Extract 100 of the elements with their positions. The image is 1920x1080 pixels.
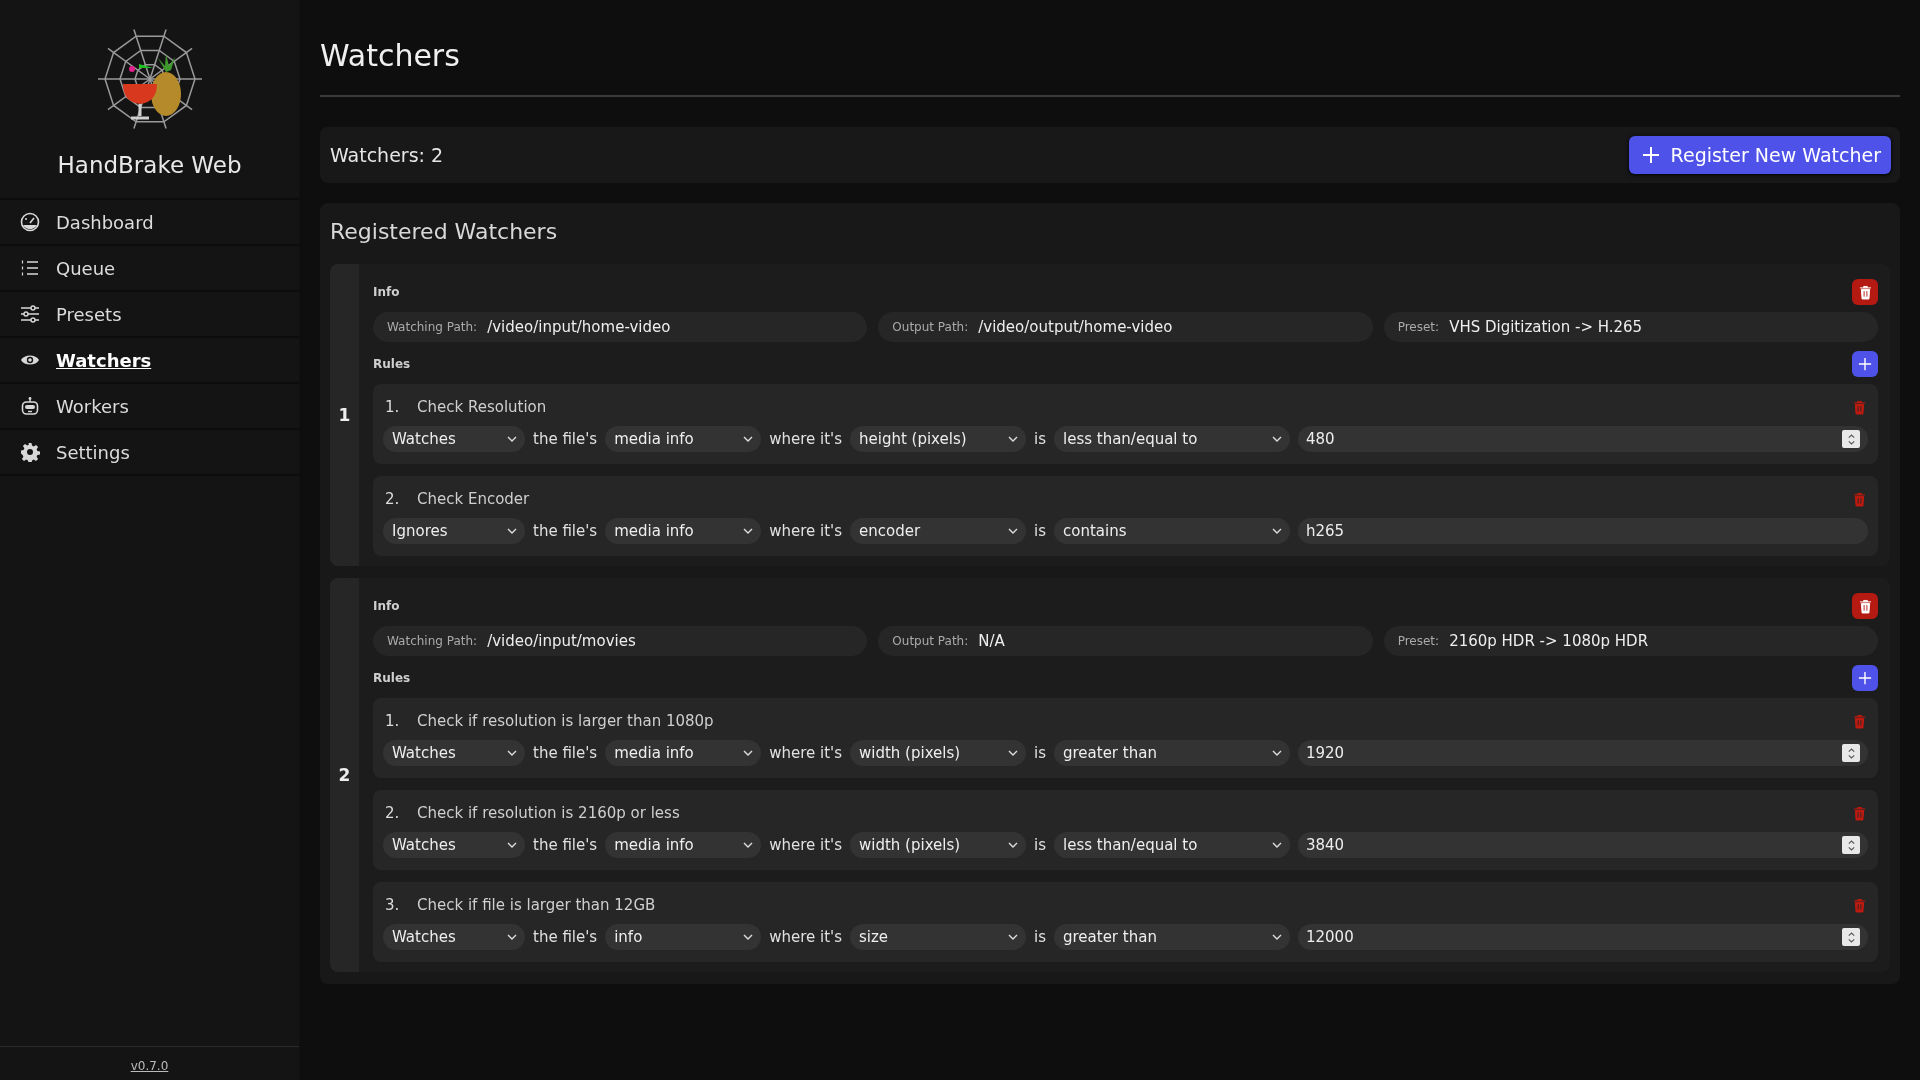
nav-item[interactable]: Settings [0,430,299,476]
rule-text: where it's [769,836,842,854]
dropdown[interactable]: Watches [383,740,525,766]
value-field[interactable]: 1920 [1298,740,1868,766]
rule-text: is [1034,430,1046,448]
dropdown[interactable]: Watches [383,924,525,950]
dropdown[interactable]: Ignores [383,518,525,544]
version-link[interactable]: v0.7.0 [130,1059,169,1073]
dropdown[interactable]: media info [605,426,762,452]
section-label: Rules [373,357,411,371]
dropdown[interactable]: greater than [1054,740,1290,766]
dropdown[interactable]: width (pixels) [850,832,1026,858]
rule-title: Check if file is larger than 12GB [417,896,657,914]
info-field: Preset: VHS Digitization -> H.265 [1383,312,1878,342]
app-name: HandBrake Web [56,152,243,178]
dropdown[interactable]: media info [605,518,762,544]
dropdown[interactable]: Watches [383,426,525,452]
rule-text: the file's [533,836,598,854]
stepper-button[interactable] [1842,836,1860,854]
nav-item[interactable]: Dashboard [0,200,299,246]
watcher-index: 2 [338,765,351,785]
value-field[interactable]: 12000 [1298,924,1868,950]
nav-item[interactable]: Presets [0,292,299,338]
stepper-button[interactable] [1842,928,1860,946]
up-down-chevron-icon [1846,930,1856,944]
dropdown[interactable]: height (pixels) [850,426,1026,452]
dropdown[interactable]: info [605,924,762,950]
rule-text: where it's [769,522,842,540]
value-field[interactable]: 480 [1298,426,1868,452]
register-watcher-button[interactable]: Register New Watcher [1628,136,1891,174]
robot-icon [20,396,40,416]
chevron-icon [1008,842,1018,848]
dropdown[interactable]: width (pixels) [850,740,1026,766]
section-label: Info [373,285,400,299]
info-field: Output Path: /video/output/home-video [878,312,1373,342]
dropdown[interactable]: size [850,924,1026,950]
page-title: Watchers [320,38,461,73]
chevron-icon [743,436,754,442]
delete-rule-icon[interactable] [1853,805,1866,821]
rule-text: where it's [769,928,842,946]
section-label: Rules [373,671,411,685]
rule-text: the file's [533,430,598,448]
delete-rule-icon[interactable] [1853,897,1866,913]
up-down-chevron-icon [1846,838,1856,852]
rule-text: is [1034,836,1046,854]
rule-title: Check if resolution is larger than 1080p [417,712,715,730]
rule-number: 2. [385,804,401,822]
delete-rule-icon[interactable] [1853,713,1866,729]
plus-icon [1640,145,1661,165]
chevron-icon [507,436,517,442]
delete-rule-icon[interactable] [1853,399,1866,415]
delete-watcher-button[interactable] [1852,279,1878,305]
stepper-button[interactable] [1842,430,1860,448]
rule-number: 1. [385,398,401,416]
rule-text: is [1034,928,1046,946]
nav-item[interactable]: Queue [0,246,299,292]
rule-text: where it's [769,430,842,448]
rule-number: 3. [385,896,401,914]
value-field[interactable]: h265 [1298,518,1868,544]
chevron-icon [1272,436,1282,442]
chevron-icon [1008,934,1018,940]
chevron-icon [1008,528,1018,534]
nav-item[interactable]: Watchers [0,338,299,384]
settings-icon [20,442,40,462]
rule-text: the file's [533,522,598,540]
chevron-icon [507,750,517,756]
rule-title: Check Resolution [417,398,548,416]
dropdown[interactable]: greater than [1054,924,1290,950]
trash-icon [1858,598,1872,614]
dropdown[interactable]: contains [1054,518,1290,544]
rule-text: the file's [533,928,598,946]
chevron-icon [1272,528,1282,534]
dropdown[interactable]: media info [605,740,762,766]
add-rule-button[interactable] [1852,351,1878,377]
value-field[interactable]: 3840 [1298,832,1868,858]
chevron-icon [507,934,517,940]
chevron-icon [743,842,754,848]
nav-item[interactable]: Workers [0,384,299,430]
stepper-button[interactable] [1842,744,1860,762]
dropdown[interactable]: encoder [850,518,1026,544]
chevron-icon [507,528,517,534]
plus-icon [1858,671,1872,685]
delete-watcher-button[interactable] [1852,593,1878,619]
section-heading: Registered Watchers [330,219,559,244]
chevron-icon [1272,750,1282,756]
chevron-icon [1272,934,1282,940]
dropdown[interactable]: media info [605,832,762,858]
delete-rule-icon[interactable] [1853,491,1866,507]
dropdown[interactable]: less than/equal to [1054,426,1290,452]
add-rule-button[interactable] [1852,665,1878,691]
rule-text: the file's [533,744,598,762]
dropdown[interactable]: Watches [383,832,525,858]
chevron-icon [1008,750,1018,756]
chevron-icon [743,934,754,940]
watcher-index: 1 [338,405,351,425]
dropdown[interactable]: less than/equal to [1054,832,1290,858]
info-field: Preset: 2160p HDR -> 1080p HDR [1383,626,1878,656]
rule-text: is [1034,744,1046,762]
up-down-chevron-icon [1846,746,1856,760]
section-label: Info [373,599,400,613]
